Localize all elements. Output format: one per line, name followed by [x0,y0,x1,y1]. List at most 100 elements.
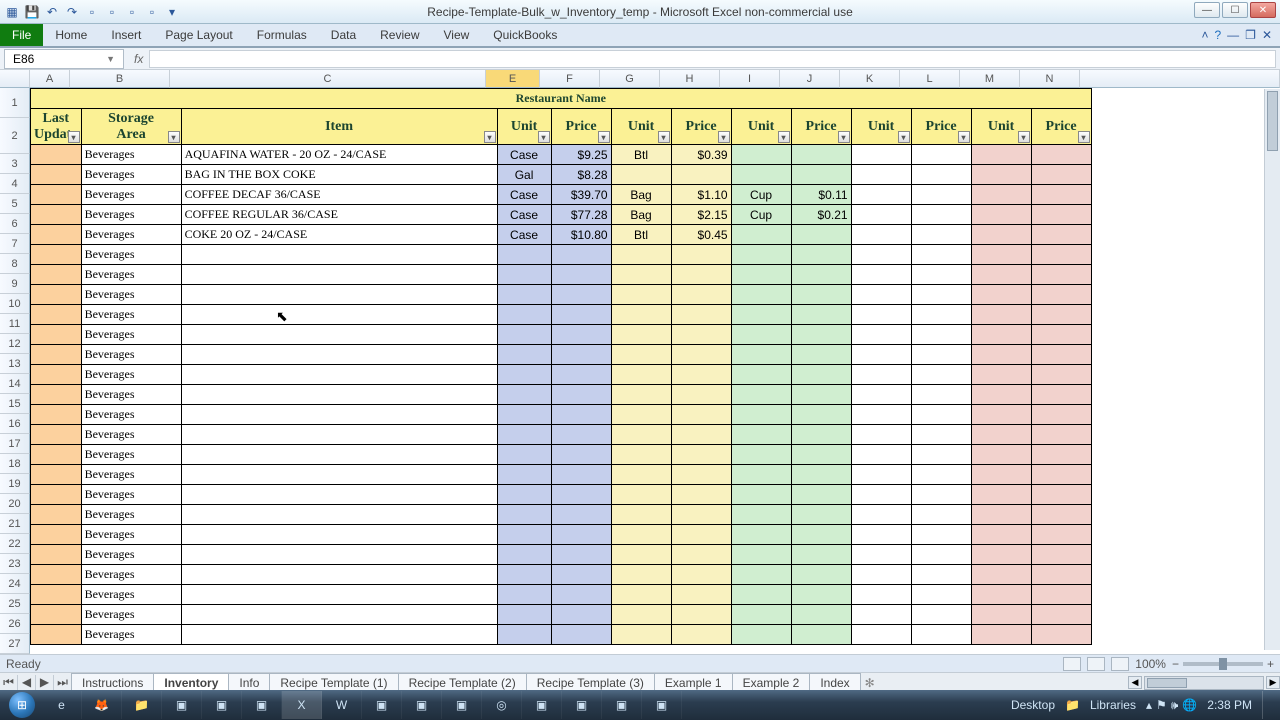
qat-icon[interactable]: ▫ [144,4,160,20]
cell[interactable] [911,265,971,285]
cell[interactable]: Beverages [81,385,181,405]
cell[interactable] [611,345,671,365]
cell[interactable] [851,225,911,245]
tab-nav-last-icon[interactable]: ⏭ [54,675,72,690]
cell[interactable] [1031,345,1091,365]
select-all-corner[interactable] [0,70,30,88]
col-header[interactable]: L [900,70,960,88]
row-header[interactable]: 6 [0,214,30,234]
row-header[interactable]: 20 [0,494,30,514]
cell[interactable] [1031,405,1091,425]
cell[interactable] [497,565,551,585]
cell[interactable] [851,445,911,465]
cell[interactable] [181,545,497,565]
cell[interactable] [31,585,82,605]
cell[interactable] [1031,605,1091,625]
filter-dropdown-icon[interactable]: ▾ [1018,131,1030,143]
cell[interactable]: Beverages [81,205,181,225]
cell[interactable] [611,245,671,265]
cell[interactable] [851,145,911,165]
cell[interactable]: Beverages [81,145,181,165]
cell[interactable] [497,605,551,625]
cell[interactable] [1031,485,1091,505]
cell[interactable] [671,365,731,385]
view-pagebreak-button[interactable] [1111,657,1129,671]
cell[interactable] [1031,225,1091,245]
row-header[interactable]: 10 [0,294,30,314]
cell[interactable] [31,625,82,645]
cell[interactable] [971,585,1031,605]
cell[interactable]: Beverages [81,265,181,285]
cell[interactable] [611,405,671,425]
cell[interactable] [791,525,851,545]
cell[interactable]: Case [497,225,551,245]
formula-input[interactable] [149,50,1276,68]
cell[interactable] [791,445,851,465]
cell[interactable] [497,465,551,485]
cell[interactable] [551,245,611,265]
row-header[interactable]: 18 [0,454,30,474]
cell[interactable] [791,265,851,285]
cell[interactable]: Beverages [81,165,181,185]
cell[interactable] [1031,285,1091,305]
cell[interactable] [851,245,911,265]
tab-nav-prev-icon[interactable]: ◀ [18,675,36,690]
cell[interactable] [791,605,851,625]
taskbar-app-icon[interactable]: ▣ [442,691,482,719]
cell[interactable] [31,225,82,245]
cell[interactable] [971,145,1031,165]
cell[interactable] [911,325,971,345]
cell[interactable] [791,165,851,185]
cell[interactable] [497,445,551,465]
taskbar-app-icon[interactable]: ▣ [202,691,242,719]
cell[interactable] [911,365,971,385]
cell[interactable] [181,325,497,345]
cell[interactable] [911,425,971,445]
cell[interactable] [1031,305,1091,325]
col-header[interactable]: I [720,70,780,88]
cell[interactable] [911,465,971,485]
cell[interactable] [181,245,497,265]
cell[interactable] [497,345,551,365]
taskbar-ie-icon[interactable]: e [42,691,82,719]
cell[interactable] [731,325,791,345]
cell[interactable] [611,425,671,445]
cell[interactable] [791,485,851,505]
cell[interactable] [1031,525,1091,545]
row-header[interactable]: 7 [0,234,30,254]
cell[interactable] [671,605,731,625]
cell[interactable] [731,585,791,605]
tray-icon[interactable]: 🕪 [1171,698,1179,713]
view-normal-button[interactable] [1063,657,1081,671]
cell[interactable] [851,165,911,185]
cell[interactable] [851,265,911,285]
cell[interactable] [671,285,731,305]
cell[interactable] [31,525,82,545]
cell[interactable] [791,425,851,445]
cell[interactable]: $0.21 [791,205,851,225]
cell[interactable] [911,185,971,205]
cell[interactable] [851,485,911,505]
cell[interactable] [31,205,82,225]
row-header[interactable]: 27 [0,634,30,654]
cell[interactable]: Beverages [81,485,181,505]
cell[interactable] [181,465,497,485]
cell[interactable] [851,565,911,585]
cell[interactable] [1031,245,1091,265]
cell[interactable] [1031,625,1091,645]
cell[interactable] [971,365,1031,385]
cell[interactable] [731,465,791,485]
cell[interactable] [851,205,911,225]
cell[interactable] [611,265,671,285]
tray-icon[interactable]: 🌐 [1182,698,1197,713]
cell[interactable] [611,605,671,625]
cell[interactable] [731,445,791,465]
row-header[interactable]: 8 [0,254,30,274]
new-sheet-icon[interactable]: ✻ [865,676,875,690]
row-header[interactable]: 1 [0,88,30,118]
row-header[interactable]: 24 [0,574,30,594]
filter-dropdown-icon[interactable]: ▾ [168,131,180,143]
filter-dropdown-icon[interactable]: ▾ [718,131,730,143]
cell[interactable]: Beverages [81,605,181,625]
cell[interactable] [851,585,911,605]
